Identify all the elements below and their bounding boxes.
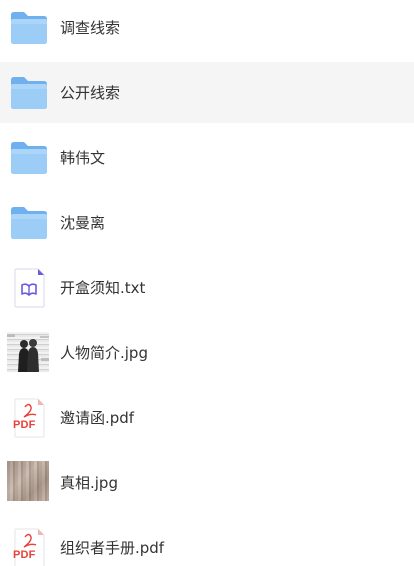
file-name: 真相.jpg [60, 474, 118, 492]
folder-icon [10, 138, 48, 178]
image-thumbnail [7, 461, 49, 501]
file-row-folder-clues[interactable]: 调查线索 [0, 0, 414, 58]
file-name: 邀请函.pdf [60, 409, 135, 427]
folder-icon [10, 8, 48, 48]
file-name: 开盒须知.txt [60, 279, 146, 297]
pdf-label: PDF [13, 418, 36, 431]
file-row-txt-notice[interactable]: 开盒须知.txt [0, 257, 414, 318]
file-row-pdf-handbook[interactable]: PDF 组织者手册.pdf [0, 517, 414, 566]
file-name: 沈曼离 [60, 214, 106, 232]
txt-file-icon [10, 268, 48, 308]
file-name: 调查线索 [60, 19, 121, 37]
pdf-file-icon: PDF [10, 398, 48, 438]
image-thumbnail [7, 332, 49, 372]
pdf-label: PDF [13, 548, 36, 561]
file-row-folder-han[interactable]: 韩伟文 [0, 127, 414, 188]
folder-icon [10, 73, 48, 113]
file-list: 调查线索 公开线索 韩伟文 沈曼离 开盒须知.txt 人物简介.jpg PDF … [0, 0, 414, 566]
file-row-pdf-invitation[interactable]: PDF 邀请函.pdf [0, 387, 414, 448]
folder-icon [10, 203, 48, 243]
file-row-folder-shen[interactable]: 沈曼离 [0, 192, 414, 253]
file-name: 韩伟文 [60, 149, 106, 167]
pdf-file-icon: PDF [10, 528, 48, 566]
file-row-folder-public-clues[interactable]: 公开线索 [0, 62, 414, 123]
file-name: 人物简介.jpg [60, 344, 148, 362]
file-name: 组织者手册.pdf [60, 539, 165, 557]
file-name: 公开线索 [60, 84, 121, 102]
file-row-jpg-profiles[interactable]: 人物简介.jpg [0, 322, 414, 383]
file-row-jpg-truth[interactable]: 真相.jpg [0, 452, 414, 513]
